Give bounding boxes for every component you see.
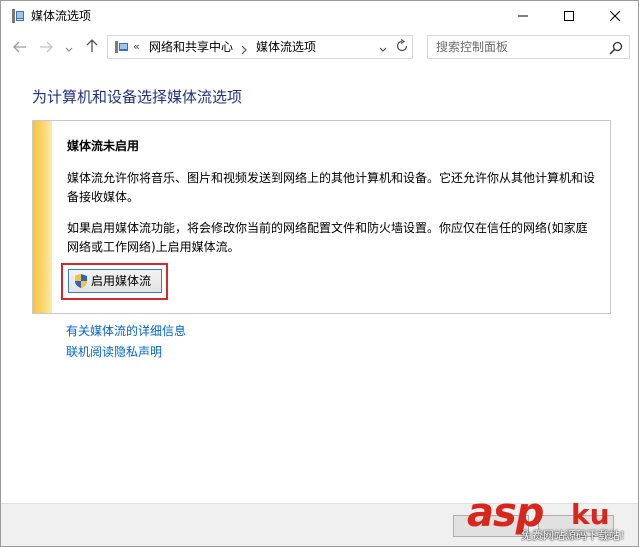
media-streaming-details-link[interactable]: 有关媒体流的详细信息 bbox=[66, 323, 186, 339]
media-streaming-info-panel: 媒体流未启用 媒体流允许你将音乐、图片和视频发送到网络上的其他计算机和设备。它还… bbox=[32, 120, 611, 314]
address-history-dropdown[interactable] bbox=[376, 40, 390, 54]
uac-shield-icon bbox=[73, 273, 89, 289]
address-bar[interactable]: « 网络和共享中心 媒体流选项 bbox=[107, 35, 413, 59]
recent-locations-button[interactable] bbox=[61, 37, 77, 57]
breadcrumb-media-streaming-options[interactable]: 媒体流选项 bbox=[256, 39, 316, 55]
warning-stripe bbox=[33, 121, 52, 313]
chevron-right-icon[interactable] bbox=[240, 40, 248, 59]
minimize-icon bbox=[518, 11, 528, 21]
minimize-button[interactable] bbox=[500, 1, 546, 31]
enable-button-label: 启用媒体流 bbox=[91, 274, 152, 288]
up-button[interactable] bbox=[81, 37, 103, 57]
cancel-button[interactable] bbox=[538, 515, 614, 537]
panel-title: 媒体流未启用 bbox=[67, 139, 140, 153]
search-control-panel-input[interactable]: 搜索控制面板 bbox=[427, 35, 630, 59]
ok-button[interactable] bbox=[453, 515, 529, 537]
breadcrumb-overflow[interactable]: « bbox=[133, 39, 140, 55]
close-button[interactable] bbox=[592, 1, 638, 31]
search-icon[interactable] bbox=[609, 40, 623, 55]
title-bar[interactable]: 媒体流选项 bbox=[1, 1, 638, 31]
privacy-statement-link[interactable]: 联机阅读隐私声明 bbox=[66, 344, 162, 360]
breadcrumb-network-sharing-center[interactable]: 网络和共享中心 bbox=[149, 39, 233, 55]
panel-description: 媒体流允许你将音乐、图片和视频发送到网络上的其他计算机和设备。它还允许你从其他计… bbox=[67, 171, 596, 204]
navigation-bar: « 网络和共享中心 媒体流选项 搜索控制面板 bbox=[1, 31, 638, 64]
window-title: 媒体流选项 bbox=[31, 9, 92, 23]
back-button[interactable] bbox=[9, 37, 31, 57]
panel-warning-text: 如果启用媒体流功能，将会修改你当前的网络配置文件和防火墙设置。你应仅在信任的网络… bbox=[67, 221, 588, 254]
forward-button[interactable] bbox=[35, 37, 57, 57]
maximize-button[interactable] bbox=[546, 1, 592, 31]
page-heading: 为计算机和设备选择媒体流选项 bbox=[32, 88, 243, 106]
refresh-button[interactable] bbox=[393, 38, 411, 56]
maximize-icon bbox=[564, 11, 574, 21]
search-placeholder: 搜索控制面板 bbox=[436, 40, 509, 54]
arrow-up-icon bbox=[86, 38, 98, 57]
media-streaming-options-window: 媒体流选项 « 网络和共享中心 媒体流选项 搜索控制面板 为计算机和设备选择媒体… bbox=[0, 0, 639, 547]
chevron-down-icon bbox=[65, 38, 73, 57]
close-icon bbox=[610, 11, 620, 21]
arrow-left-icon bbox=[13, 38, 27, 57]
enable-media-streaming-button[interactable]: 启用媒体流 bbox=[68, 269, 162, 293]
control-panel-media-icon bbox=[10, 8, 26, 24]
dialog-button-bar bbox=[1, 503, 638, 546]
control-panel-icon bbox=[114, 39, 130, 55]
refresh-icon bbox=[395, 38, 409, 57]
arrow-right-icon bbox=[39, 38, 53, 57]
chevron-down-icon bbox=[379, 38, 387, 57]
